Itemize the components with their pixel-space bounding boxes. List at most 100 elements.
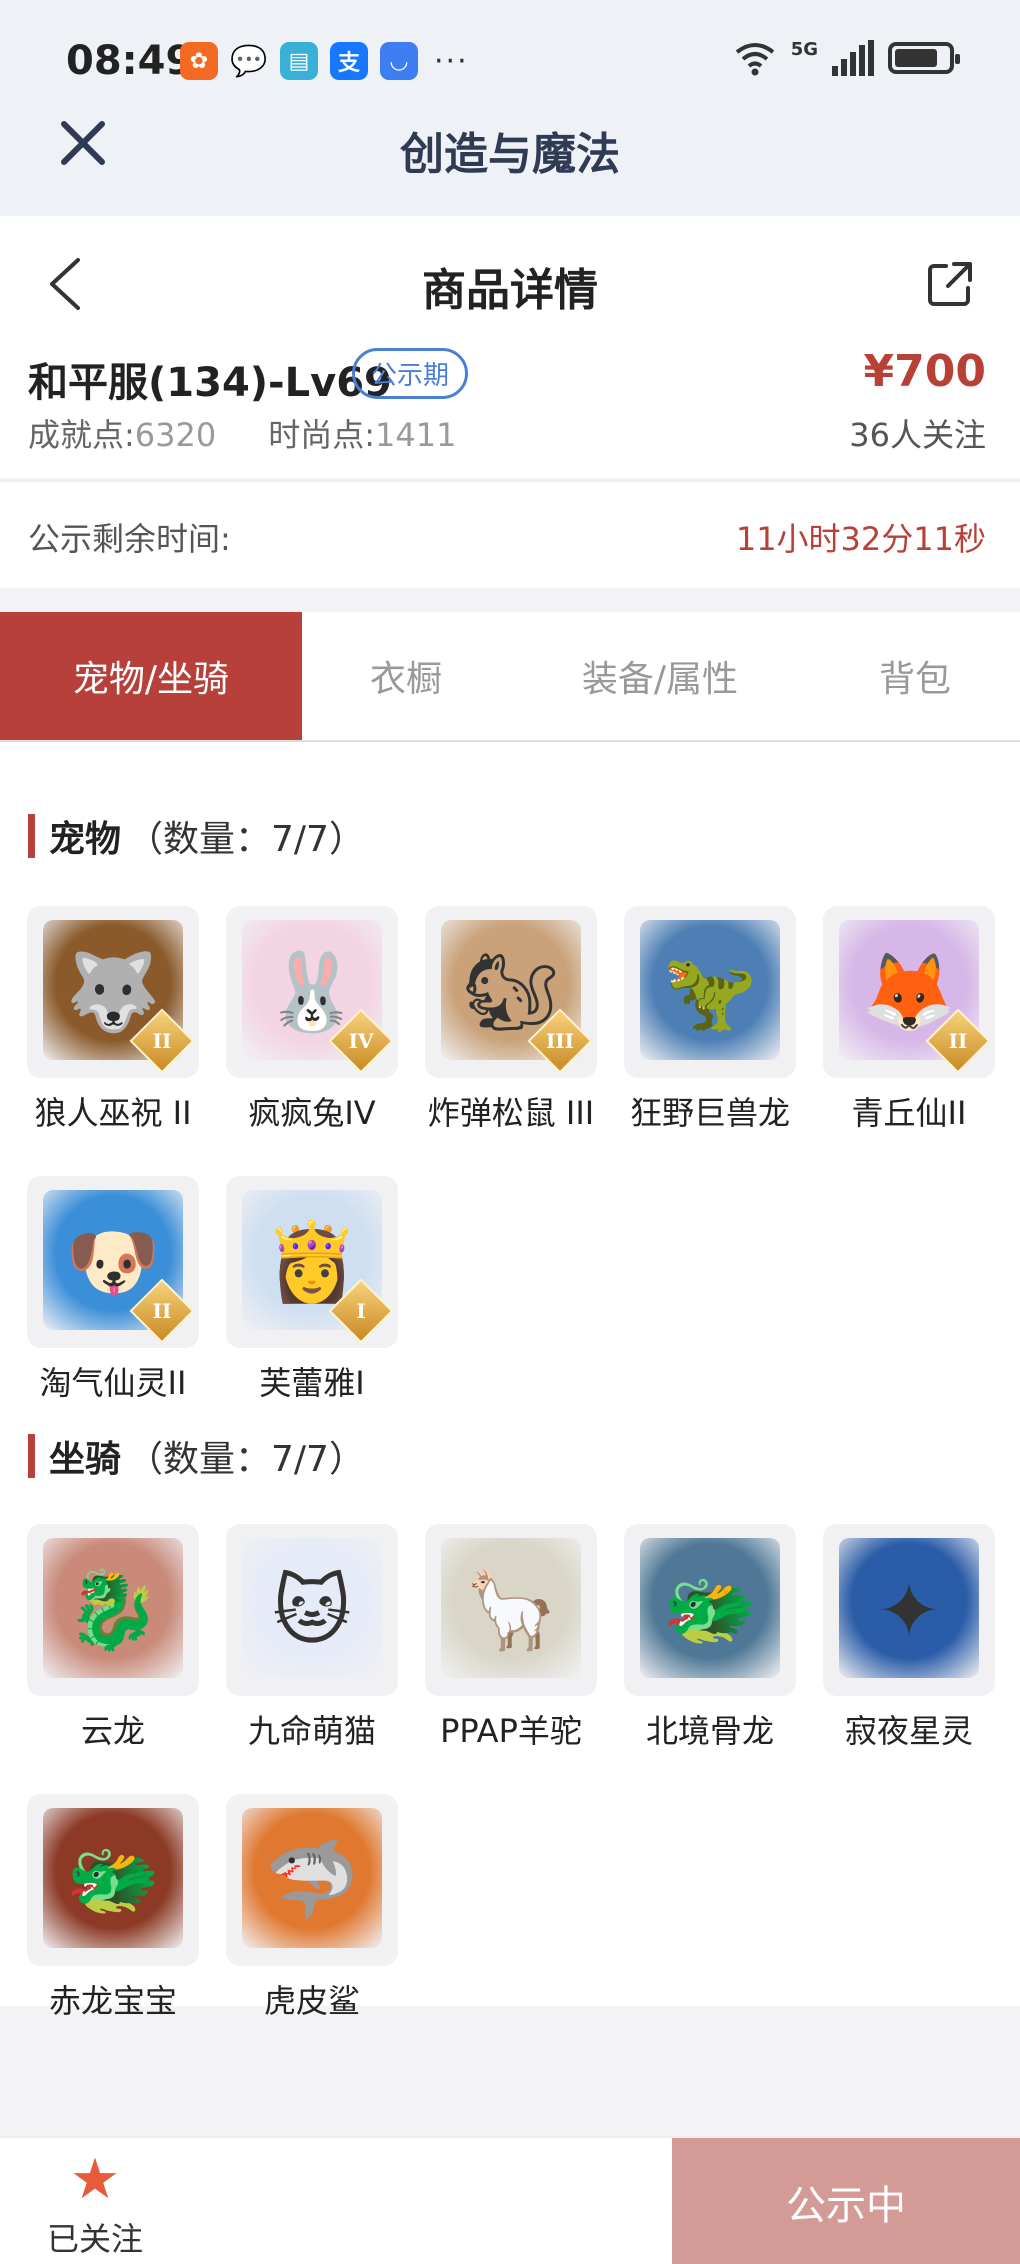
dinosaur-icon: 🦖 <box>662 947 758 1036</box>
bone-dragon-icon: 🐲 <box>662 1565 758 1654</box>
list-item[interactable]: 🦙 PPAP羊驼 <box>425 1524 597 1752</box>
item-name: 寂夜星灵 <box>844 1712 973 1750</box>
list-item[interactable]: 🐰 IV 疯疯兔IV <box>226 906 398 1134</box>
reader-icon: ▤ <box>280 42 318 80</box>
cat-icon: 🐱 <box>272 1565 352 1655</box>
pets-section-title: 宠物 （数量：7/7） <box>28 814 365 860</box>
list-item[interactable]: 🦖 狂野巨兽龙 <box>624 906 796 1134</box>
list-item[interactable]: 🐺 II 狼人巫祝 II <box>27 906 199 1134</box>
baby-dragon-icon: 🐲 <box>65 1835 161 1924</box>
honor-icon: ◡ <box>380 42 418 80</box>
achievement-value: 6320 <box>134 416 217 454</box>
points-stats: 成就点:6320 时尚点:1411 <box>28 410 456 456</box>
top-area: 08:49 ✿ 💬 ▤ 支 ◡ ··· 5G 创造与魔法 <box>0 0 1020 216</box>
status-badge: 公示期 <box>352 348 469 399</box>
item-thumbnail: 🦖 <box>624 906 796 1078</box>
item-name: 北境骨龙 <box>645 1712 774 1750</box>
alpaca-icon: 🦙 <box>463 1565 559 1654</box>
item-thumbnail: 🐿 III <box>425 906 597 1078</box>
list-item[interactable]: 🐲 赤龙宝宝 <box>27 1794 199 2022</box>
item-name: 虎皮鲨 <box>263 1982 360 2020</box>
tab-equipment[interactable]: 装备/属性 <box>510 612 810 740</box>
shark-icon: 🦈 <box>264 1835 360 1924</box>
list-item[interactable]: 👸 I 芙蕾雅I <box>226 1176 398 1404</box>
item-thumbnail: 🐰 IV <box>226 906 398 1078</box>
list-item[interactable]: 🐿 III 炸弹松鼠 III <box>425 906 597 1134</box>
remaining-time-value: 11小时32分11秒 <box>735 520 986 558</box>
list-item[interactable]: 🐱 九命萌猫 <box>226 1524 398 1752</box>
item-thumbnail: 🐺 II <box>27 906 199 1078</box>
clock: 08:49 <box>66 38 194 84</box>
star-spirit-icon: ✦ <box>877 1565 941 1655</box>
item-thumbnail: 🐶 II <box>27 1176 199 1348</box>
pets-count: （数量：7/7） <box>127 819 365 860</box>
list-item[interactable]: 🐶 II 淘气仙灵II <box>27 1176 199 1404</box>
notification-icons: ✿ 💬 ▤ 支 ◡ ··· <box>180 42 469 80</box>
item-thumbnail: 🦙 <box>425 1524 597 1696</box>
item-name: 狂野巨兽龙 <box>629 1094 790 1132</box>
rank-numeral: II <box>152 1299 172 1323</box>
item-thumbnail: 🐲 <box>27 1794 199 1966</box>
rank-numeral: I <box>356 1299 366 1323</box>
followers-count: 36人关注 <box>849 416 986 454</box>
item-name: 九命萌猫 <box>247 1712 376 1750</box>
pets-grid: 🐺 II 狼人巫祝 II 🐰 IV 疯疯兔IV 🐿 III 炸弹松鼠 III 🦖 狂野巨兽龙 🦊 II 青… <box>27 906 997 1404</box>
list-item[interactable]: ✦ 寂夜星灵 <box>823 1524 995 1752</box>
mounts-section-title: 坐骑 （数量：7/7） <box>28 1434 365 1480</box>
tab-backpack[interactable]: 背包 <box>810 612 1020 740</box>
signal-icon <box>832 40 874 76</box>
list-item[interactable]: 🦊 II 青丘仙II <box>823 906 995 1134</box>
status-bar: 08:49 ✿ 💬 ▤ 支 ◡ ··· 5G <box>0 0 1020 120</box>
item-name: 淘气仙灵II <box>39 1364 187 1402</box>
alipay-icon: 支 <box>330 42 368 80</box>
star-icon: ★ <box>69 2147 121 2212</box>
fashion-label: 时尚点: <box>268 416 376 454</box>
rank-numeral: III <box>545 1029 575 1053</box>
wifi-icon <box>735 43 774 76</box>
share-icon[interactable] <box>926 260 974 308</box>
fashion-value: 1411 <box>375 416 457 454</box>
network-type: 5G <box>790 39 818 60</box>
system-icons: 5G <box>733 39 960 76</box>
item-name: 赤龙宝宝 <box>48 1982 177 2020</box>
item-name: 疯疯兔IV <box>248 1094 376 1132</box>
achievement-label: 成就点: <box>28 416 135 454</box>
item-thumbnail: 👸 I <box>226 1176 398 1348</box>
mounts-count: （数量：7/7） <box>127 1439 365 1480</box>
server-level: 和平服(134)-Lv69 <box>28 360 392 406</box>
follow-button[interactable]: ★ 已关注 <box>0 2138 190 2264</box>
item-thumbnail: 🐱 <box>226 1524 398 1696</box>
wechat-icon: 💬 <box>230 43 268 79</box>
app-title: 创造与魔法 <box>400 129 620 180</box>
item-thumbnail: 🦊 II <box>823 906 995 1078</box>
remaining-time-label: 公示剩余时间: <box>28 520 231 558</box>
item-thumbnail: ✦ <box>823 1524 995 1696</box>
item-name: PPAP羊驼 <box>440 1712 582 1750</box>
more-notifications-icon: ··· <box>434 43 469 79</box>
item-name: 炸弹松鼠 III <box>427 1094 595 1132</box>
list-item[interactable]: 🐲 北境骨龙 <box>624 1524 796 1752</box>
rank-numeral: II <box>152 1029 172 1053</box>
tab-pets-mounts[interactable]: 宠物/坐骑 <box>0 612 302 740</box>
huaban-icon: ✿ <box>180 42 218 80</box>
publicity-status-button[interactable]: 公示中 <box>672 2138 1020 2264</box>
rank-numeral: IV <box>348 1029 374 1053</box>
list-item[interactable]: 🦈 虎皮鲨 <box>226 1794 398 2022</box>
item-name: 青丘仙II <box>851 1094 967 1132</box>
battery-icon <box>888 42 960 74</box>
list-item[interactable]: 🐉 云龙 <box>27 1524 199 1752</box>
tab-bar: 宠物/坐骑 衣橱 装备/属性 背包 <box>0 612 1020 742</box>
product-header: 商品详情 和平服(134)-Lv69 公示期 ¥700 成就点:6320 时尚点:… <box>0 216 1020 478</box>
item-name: 芙蕾雅I <box>259 1364 365 1402</box>
bottom-bar: ★ 已关注 公示中 <box>0 2136 1020 2264</box>
tab-wardrobe[interactable]: 衣橱 <box>302 612 510 740</box>
pets-mounts-panel: 宠物 （数量：7/7） 🐺 II 狼人巫祝 II 🐰 IV 疯疯兔IV 🐿 III 炸弹松鼠 I… <box>0 742 1020 2020</box>
mounts-grid: 🐉 云龙 🐱 九命萌猫 🦙 PPAP羊驼 🐲 北境骨龙 ✦ 寂夜星灵 🐲 赤龙宝宝 🦈 虎皮鲨 <box>27 1524 997 2022</box>
page-title: 商品详情 <box>422 265 598 316</box>
item-name: 狼人巫祝 II <box>34 1094 192 1132</box>
item-thumbnail: 🐲 <box>624 1524 796 1696</box>
rank-numeral: II <box>948 1029 968 1053</box>
mounts-title: 坐骑 <box>49 1439 122 1480</box>
pets-title: 宠物 <box>49 819 122 860</box>
price: ¥700 <box>863 346 986 397</box>
